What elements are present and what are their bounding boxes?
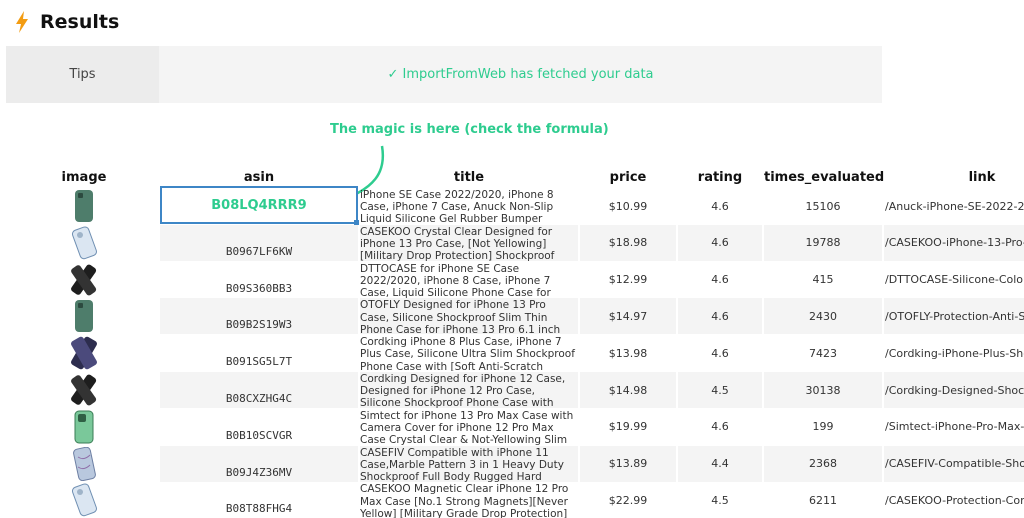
link-cell[interactable]: /CASEKOO-iPhone-13-Pro-F (884, 224, 1024, 261)
asin-cell[interactable]: B09S360BB3 (160, 262, 358, 298)
title-cell[interactable]: CASEKOO Magnetic Clear iPhone 12 Pro Max… (360, 482, 578, 518)
tips-bar: Tips ✓ ImportFromWeb has fetched your da… (6, 46, 882, 103)
table-row: B08T88FHG4 CASEKOO Magnetic Clear iPhone … (0, 482, 1024, 518)
asin-cell[interactable]: B08T88FHG4 (160, 482, 358, 518)
price-cell[interactable]: $14.97 (580, 298, 676, 335)
times-evaluated-cell[interactable]: 6211 (764, 482, 882, 518)
rating-cell[interactable]: 4.6 (678, 262, 762, 298)
price-cell[interactable]: $22.99 (580, 482, 676, 518)
rating-cell[interactable]: 4.5 (678, 482, 762, 518)
phone-case-thumbnail-icon (71, 336, 97, 370)
image-cell[interactable] (56, 298, 112, 334)
price-cell[interactable]: $14.98 (580, 372, 676, 408)
times-evaluated-cell[interactable]: 30138 (764, 372, 882, 408)
title-cell[interactable]: CASEFIV Compatible with iPhone 11 Case,M… (360, 445, 578, 482)
image-cell[interactable] (56, 446, 112, 482)
column-header-title: title (453, 170, 485, 185)
phone-case-thumbnail-icon (71, 374, 97, 406)
phone-case-thumbnail-icon (71, 483, 97, 517)
price-cell[interactable]: $13.98 (580, 335, 676, 371)
link-cell[interactable]: /Cordking-iPhone-Plus-Sho (884, 335, 1024, 371)
rating-cell[interactable]: 4.5 (678, 372, 762, 408)
title-cell[interactable]: iPhone SE Case 2022/2020, iPhone 8 Case,… (360, 188, 578, 224)
title-cell[interactable]: Simtect for iPhone 13 Pro Max Case with … (360, 409, 578, 445)
image-cell[interactable] (56, 482, 112, 518)
table-row: B09B2S19W3 OTOFLY Designed for iPhone 13 … (0, 298, 1024, 335)
rating-cell[interactable]: 4.6 (678, 409, 762, 445)
table-row: B0B10SCVGR Simtect for iPhone 13 Pro Max … (0, 409, 1024, 445)
selected-asin-cell[interactable]: B08LQ4RRR9 (160, 186, 358, 224)
table-row: iPhone SE Case 2022/2020, iPhone 8 Case,… (0, 188, 1024, 224)
page-title: Results (40, 11, 120, 33)
phone-case-thumbnail-icon (71, 264, 97, 295)
image-cell[interactable] (56, 188, 112, 224)
column-header-price: price (609, 170, 647, 185)
image-cell[interactable] (56, 262, 112, 298)
link-cell[interactable]: /Cordking-Designed-Shockp (884, 372, 1024, 408)
price-cell[interactable]: $12.99 (580, 262, 676, 298)
phone-case-thumbnail-icon (75, 300, 93, 333)
link-cell[interactable]: /OTOFLY-Protection-Anti-S (884, 298, 1024, 335)
column-header-rating: rating (697, 170, 743, 185)
times-evaluated-cell[interactable]: 15106 (764, 188, 882, 224)
times-evaluated-cell[interactable]: 7423 (764, 335, 882, 371)
link-cell[interactable]: /CASEKOO-Protection-Com (884, 482, 1024, 518)
table-row: B08CXZHG4C Cordking Designed for iPhone 1… (0, 372, 1024, 408)
tips-message: ✓ ImportFromWeb has fetched your data (387, 67, 654, 82)
image-cell[interactable] (56, 335, 112, 371)
title-cell[interactable]: DTTOCASE for iPhone SE Case 2022/2020, i… (360, 262, 578, 298)
phone-case-thumbnail-icon (73, 446, 96, 481)
selection-fill-handle[interactable] (354, 220, 359, 225)
lightning-bolt-icon (16, 11, 28, 33)
rating-cell[interactable]: 4.6 (678, 335, 762, 371)
rating-cell[interactable]: 4.6 (678, 224, 762, 261)
title-cell[interactable]: CASEKOO Crystal Clear Designed for iPhon… (360, 224, 578, 261)
rating-cell[interactable]: 4.6 (678, 298, 762, 335)
times-evaluated-cell[interactable]: 2368 (764, 445, 882, 482)
link-cell[interactable]: /DTTOCASE-Silicone-Colorf (884, 262, 1024, 298)
column-header-asin: asin (243, 170, 275, 185)
price-cell[interactable]: $13.89 (580, 445, 676, 482)
column-header-link: link (968, 170, 996, 185)
times-evaluated-cell[interactable]: 19788 (764, 224, 882, 261)
link-cell[interactable]: /Simtect-iPhone-Pro-Max-C (884, 409, 1024, 445)
rating-cell[interactable]: 4.6 (678, 188, 762, 224)
column-header-image: image (61, 170, 107, 185)
table-row: B09S360BB3 DTTOCASE for iPhone SE Case 20… (0, 262, 1024, 298)
results-header: Results (14, 8, 119, 36)
asin-cell[interactable]: B0967LF6KW (160, 224, 358, 261)
times-evaluated-cell[interactable]: 415 (764, 262, 882, 298)
link-cell[interactable]: /Anuck-iPhone-SE-2022-20 (884, 188, 1024, 224)
title-cell[interactable]: Cordking iPhone 8 Plus Case, iPhone 7 Pl… (360, 335, 578, 371)
table-row: B091SG5L7T Cordking iPhone 8 Plus Case, i… (0, 335, 1024, 371)
times-evaluated-cell[interactable]: 199 (764, 409, 882, 445)
rating-cell[interactable]: 4.4 (678, 445, 762, 482)
column-header-times-evaluated: times_evaluated (764, 170, 885, 185)
asin-cell[interactable]: B0B10SCVGR (160, 409, 358, 445)
times-evaluated-cell[interactable]: 2430 (764, 298, 882, 335)
asin-cell[interactable]: B08CXZHG4C (160, 372, 358, 408)
table-row: B0967LF6KW CASEKOO Crystal Clear Designed… (0, 224, 1024, 261)
phone-case-thumbnail-icon (74, 410, 94, 444)
table-row: B09J4Z36MV CASEFIV Compatible with iPhone… (0, 445, 1024, 482)
price-cell[interactable]: $10.99 (580, 188, 676, 224)
image-cell[interactable] (56, 372, 112, 408)
link-cell[interactable]: /CASEFIV-Compatible-Shoc (884, 445, 1024, 482)
tips-label: Tips (6, 46, 159, 103)
title-cell[interactable]: OTOFLY Designed for iPhone 13 Pro Case, … (360, 298, 578, 335)
title-cell[interactable]: Cordking Designed for iPhone 12 Case, De… (360, 372, 578, 408)
annotation-callout: The magic is here (check the formula) (330, 122, 609, 137)
image-cell[interactable] (56, 409, 112, 445)
price-cell[interactable]: $18.98 (580, 224, 676, 261)
phone-case-thumbnail-icon (75, 190, 93, 222)
asin-cell[interactable]: B09J4Z36MV (160, 445, 358, 482)
asin-cell[interactable]: B09B2S19W3 (160, 298, 358, 335)
price-cell[interactable]: $19.99 (580, 409, 676, 445)
image-cell[interactable] (56, 225, 112, 261)
asin-cell[interactable]: B091SG5L7T (160, 335, 358, 371)
phone-case-thumbnail-icon (71, 226, 97, 260)
